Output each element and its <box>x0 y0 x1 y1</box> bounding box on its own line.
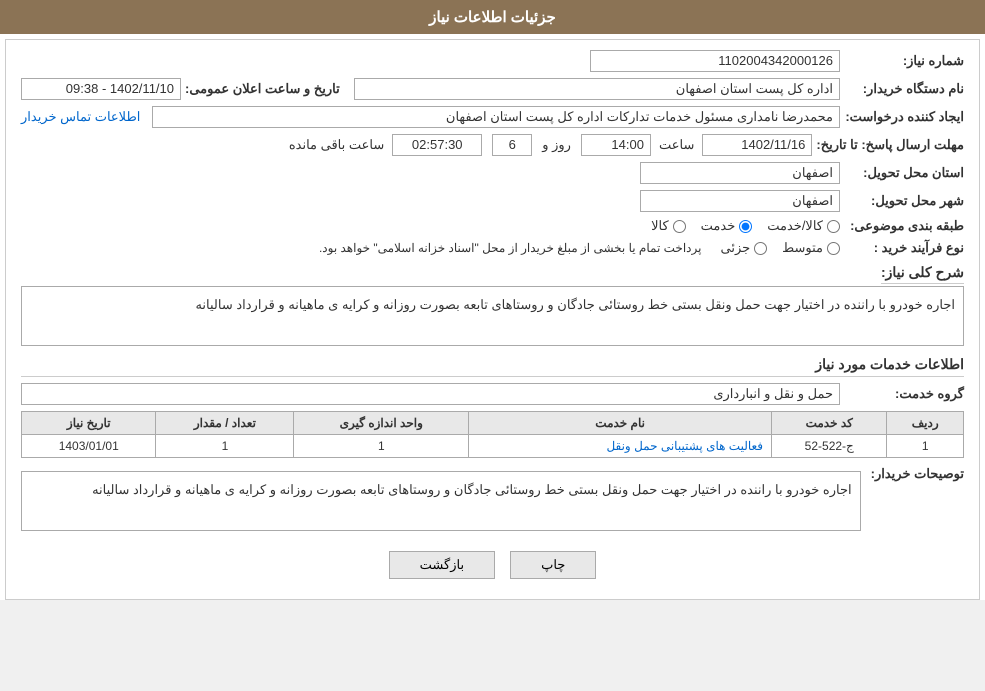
radio-jozvi-label: جزئی <box>720 240 750 256</box>
tarikh-value: 1402/11/10 - 09:38 <box>21 78 181 100</box>
mohlat-saat-label: ساعت <box>659 137 694 153</box>
col-tarikh: تاریخ نیاز <box>22 412 156 435</box>
cell-tedad: 1 <box>156 435 294 458</box>
farayand-row: نوع فرآیند خرید : متوسط جزئی پرداخت تمام… <box>21 240 964 256</box>
print-button[interactable]: چاپ <box>510 551 596 579</box>
radio-khedmat: خدمت <box>701 218 753 234</box>
radio-motevaset: متوسط <box>782 240 840 256</box>
farayand-radio-group: متوسط جزئی <box>720 240 840 256</box>
tosif-value: اجاره خودرو با راننده در اختیار جهت حمل … <box>21 471 861 531</box>
mohlat-remaining-label: ساعت باقی مانده <box>289 137 384 153</box>
radio-motevaset-label: متوسط <box>782 240 823 256</box>
sharh-title: شرح کلی نیاز: <box>881 264 964 284</box>
sharh-section: شرح کلی نیاز: اجاره خودرو با راننده در ا… <box>21 264 964 346</box>
cell-vahed: 1 <box>294 435 469 458</box>
mohlat-label: مهلت ارسال پاسخ: تا تاریخ: <box>816 137 964 153</box>
radio-khedmat-input[interactable] <box>739 220 752 233</box>
farayand-label: نوع فرآیند خرید : <box>844 240 964 256</box>
nam-dastgah-label: نام دستگاه خریدار: <box>844 81 964 97</box>
mohlat-date: 1402/11/16 <box>702 134 812 156</box>
tosif-label: توصیحات خریدار: <box>871 466 964 482</box>
mohlat-rooz-label: روز و <box>542 137 571 153</box>
radio-kala-input[interactable] <box>673 220 686 233</box>
col-radif: ردیف <box>887 412 964 435</box>
nam-dastgah-value: اداره کل پست استان اصفهان <box>354 78 840 100</box>
col-kod: کد خدمت <box>772 412 887 435</box>
gorooh-label: گروه خدمت: <box>844 386 964 402</box>
cell-nam: فعالیت های پشتیبانی حمل ونقل <box>469 435 772 458</box>
nam-dastgah-row: نام دستگاه خریدار: اداره کل پست استان اص… <box>21 78 964 100</box>
farayand-text: پرداخت تمام یا بخشی از مبلغ خریدار از مح… <box>319 241 702 255</box>
radio-kala-khedmat: کالا/خدمت <box>767 218 840 234</box>
ijad-value: محمدرضا نامداری مسئول خدمات تدارکات ادار… <box>152 106 840 128</box>
col-nam: نام خدمت <box>469 412 772 435</box>
radio-kala-khedmat-label: کالا/خدمت <box>767 218 823 234</box>
button-row: چاپ بازگشت <box>21 551 964 579</box>
radio-kala-label: کالا <box>651 218 669 234</box>
tabaqe-label: طبقه بندی موضوعی: <box>844 218 964 234</box>
services-table: ردیف کد خدمت نام خدمت واحد اندازه گیری ت… <box>21 411 964 458</box>
shomara-row: شماره نیاز: 1102004342000126 <box>21 50 964 72</box>
ostan-label: استان محل تحویل: <box>844 165 964 181</box>
tabaqe-row: طبقه بندی موضوعی: کالا/خدمت خدمت کالا <box>21 218 964 234</box>
shomara-value: 1102004342000126 <box>590 50 840 72</box>
sharh-value: اجاره خودرو با راننده در اختیار جهت حمل … <box>21 286 964 346</box>
col-vahed: واحد اندازه گیری <box>294 412 469 435</box>
mohlat-rooz: 6 <box>492 134 532 156</box>
cell-radif: 1 <box>887 435 964 458</box>
page-title: جزئیات اطلاعات نیاز <box>429 9 556 26</box>
shomara-label: شماره نیاز: <box>844 53 964 69</box>
ijad-label: ایجاد کننده درخواست: <box>844 109 964 125</box>
mohlat-saat: 14:00 <box>581 134 651 156</box>
mohlat-remaining: 02:57:30 <box>392 134 482 156</box>
ostan-row: استان محل تحویل: اصفهان <box>21 162 964 184</box>
shahr-label: شهر محل تحویل: <box>844 193 964 209</box>
back-button[interactable]: بازگشت <box>389 551 495 579</box>
tarikh-label: تاریخ و ساعت اعلان عمومی: <box>185 81 340 97</box>
ostan-value: اصفهان <box>640 162 840 184</box>
radio-kala-khedmat-input[interactable] <box>827 220 840 233</box>
main-content: شماره نیاز: 1102004342000126 نام دستگاه … <box>5 39 980 600</box>
tabaqe-radio-group: کالا/خدمت خدمت کالا <box>651 218 840 234</box>
shahr-row: شهر محل تحویل: اصفهان <box>21 190 964 212</box>
radio-kala: کالا <box>651 218 686 234</box>
page-header: جزئیات اطلاعات نیاز <box>0 0 985 34</box>
cell-tarikh: 1403/01/01 <box>22 435 156 458</box>
cell-kod: ج-522-52 <box>772 435 887 458</box>
radio-khedmat-label: خدمت <box>701 218 736 234</box>
shahr-value: اصفهان <box>640 190 840 212</box>
mohlat-row: مهلت ارسال پاسخ: تا تاریخ: 1402/11/16 سا… <box>21 134 964 156</box>
radio-jozvi-input[interactable] <box>754 242 767 255</box>
gorooh-value: حمل و نقل و انبارداری <box>21 383 840 405</box>
tosif-section: توصیحات خریدار: اجاره خودرو با راننده در… <box>21 466 964 536</box>
col-tedad: تعداد / مقدار <box>156 412 294 435</box>
radio-motevaset-input[interactable] <box>827 242 840 255</box>
radio-jozvi: جزئی <box>720 240 767 256</box>
table-row: 1 ج-522-52 فعالیت های پشتیبانی حمل ونقل … <box>22 435 964 458</box>
gorooh-row: گروه خدمت: حمل و نقل و انبارداری <box>21 383 964 405</box>
ijad-row: ایجاد کننده درخواست: محمدرضا نامداری مسئ… <box>21 106 964 128</box>
page-wrapper: جزئیات اطلاعات نیاز شماره نیاز: 11020043… <box>0 0 985 600</box>
etelaat-khedmat-title: اطلاعات خدمات مورد نیاز <box>21 356 964 377</box>
etelaat-link[interactable]: اطلاعات تماس خریدار <box>21 109 140 125</box>
